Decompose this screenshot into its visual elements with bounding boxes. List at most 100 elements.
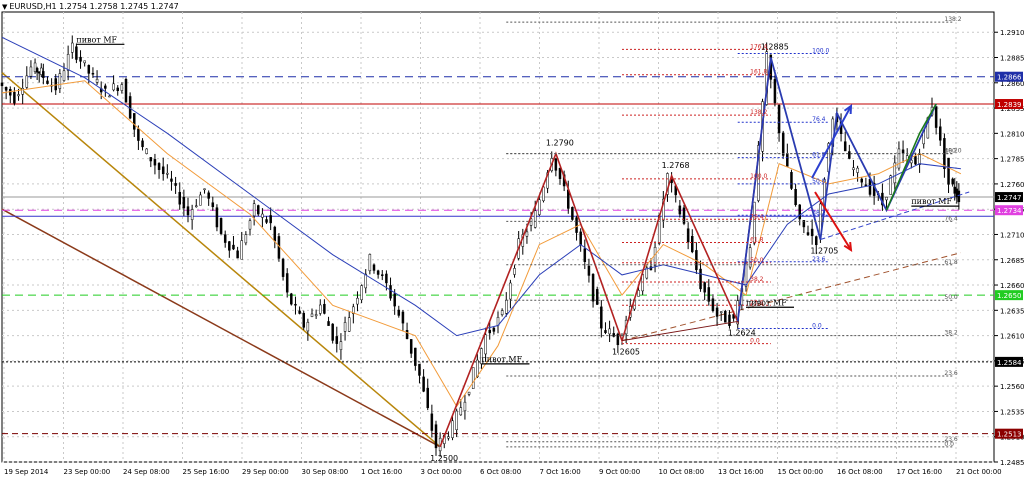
candle-body <box>525 231 529 237</box>
swing-price-label: 1.2885 <box>761 43 789 52</box>
triangle-down-icon[interactable]: ▼ <box>2 3 7 11</box>
candle-body <box>124 79 128 103</box>
x-tick-label: 3 Oct 00:00 <box>421 468 462 476</box>
x-tick-label: 6 Oct 08:00 <box>480 468 521 476</box>
candle-body <box>509 282 512 300</box>
candle-body <box>397 309 401 316</box>
candle-body <box>331 323 334 341</box>
fib-right-label: 138.2 <box>944 16 961 23</box>
fib-right-label: 23.6 <box>944 370 958 377</box>
candle-body <box>381 274 384 276</box>
candle-body <box>798 204 801 220</box>
candle-body <box>364 273 367 289</box>
candle-body <box>319 304 322 314</box>
y-tick-label: 1.2760 <box>1000 181 1024 189</box>
candle-body <box>252 203 256 217</box>
pivot-label: пивот MF <box>76 35 117 44</box>
price-chart[interactable]: 1.29101.28851.28601.28351.28101.27851.27… <box>0 0 1024 482</box>
candle-body <box>95 78 99 83</box>
candle-body <box>815 236 818 246</box>
candle-body <box>104 85 107 89</box>
candle-body <box>66 54 70 71</box>
candle-body <box>724 310 727 323</box>
candle-body <box>372 264 376 271</box>
candle-body <box>447 436 450 439</box>
fib-blue-label: 50.0 <box>812 178 826 185</box>
candle-body <box>637 290 640 297</box>
fib-right-label: 38.2 <box>944 148 958 155</box>
candle-body <box>141 140 144 148</box>
candle-body <box>939 126 942 141</box>
candle-body <box>471 367 475 389</box>
candle-body <box>860 178 863 183</box>
candle-body <box>327 321 330 326</box>
candle-body <box>215 207 219 228</box>
candle-body <box>199 194 202 206</box>
fib-red-label: 0.0 <box>750 338 760 345</box>
candle-body <box>257 205 260 215</box>
candle-body <box>207 192 210 199</box>
candle-body <box>40 67 43 75</box>
candle-body <box>71 42 74 53</box>
level-price-label: 1.2650 <box>997 292 1022 300</box>
candle-body <box>83 60 86 64</box>
candle-body <box>505 299 508 314</box>
candle-body <box>591 273 595 302</box>
candle-body <box>376 270 380 275</box>
candle-body <box>583 248 587 263</box>
candle-body <box>773 79 777 104</box>
candle-body <box>0 82 4 87</box>
candle-body <box>314 314 318 317</box>
candle-body <box>707 287 711 302</box>
candle-body <box>335 336 339 344</box>
fib-blue-label: 0.0 <box>812 323 822 330</box>
candle-body <box>868 178 872 195</box>
candle-body <box>265 219 268 223</box>
candle-body <box>62 70 66 81</box>
candle-body <box>54 78 57 91</box>
candle-body <box>401 311 405 324</box>
candle-body <box>500 310 504 315</box>
candle-body <box>385 273 388 284</box>
candle-body <box>934 106 938 128</box>
candle-body <box>434 424 438 449</box>
candle-body <box>864 184 868 187</box>
candle-body <box>116 87 119 92</box>
candle-body <box>170 178 173 182</box>
candle-body <box>195 205 198 208</box>
candle-body <box>46 80 49 84</box>
candle-body <box>157 163 161 170</box>
candle-body <box>347 317 351 332</box>
candle-body <box>232 244 235 250</box>
fib-blue-label: 100.0 <box>812 47 829 54</box>
x-tick-label: 24 Sep 08:00 <box>123 468 170 476</box>
x-tick-label: 17 Oct 16:00 <box>897 468 943 476</box>
candle-body <box>409 339 413 354</box>
fib-red-label: 138.2 <box>750 109 767 116</box>
candle-body <box>686 228 690 243</box>
x-tick-label: 25 Sep 16:00 <box>183 468 230 476</box>
candle-body <box>244 234 248 244</box>
candle-body <box>240 240 243 260</box>
candle-body <box>149 157 153 162</box>
x-tick-label: 29 Sep 00:00 <box>242 468 289 476</box>
candle-body <box>79 56 82 62</box>
candle-body <box>21 87 24 95</box>
candle-body <box>75 46 78 60</box>
fib-red-label: 100.0 <box>750 173 767 180</box>
candle-body <box>426 387 429 409</box>
candle-body <box>120 84 124 91</box>
fib-red-label: 50.0 <box>750 257 764 264</box>
candle-body <box>302 312 305 328</box>
candle-body <box>219 218 223 234</box>
candle-body <box>211 202 215 208</box>
chart-window: ▼ EURUSD,H1 1.2754 1.2758 1.2745 1.2747 1… <box>0 0 1024 482</box>
candle-body <box>794 188 797 206</box>
fib-right-label: 76.4 <box>944 215 958 222</box>
chart-header: ▼ EURUSD,H1 1.2754 1.2758 1.2745 1.2747 <box>2 2 179 11</box>
candle-body <box>538 199 541 215</box>
candle-body <box>87 65 91 74</box>
candle-body <box>91 72 95 75</box>
candle-body <box>719 311 723 313</box>
x-tick-label: 15 Oct 00:00 <box>778 468 824 476</box>
